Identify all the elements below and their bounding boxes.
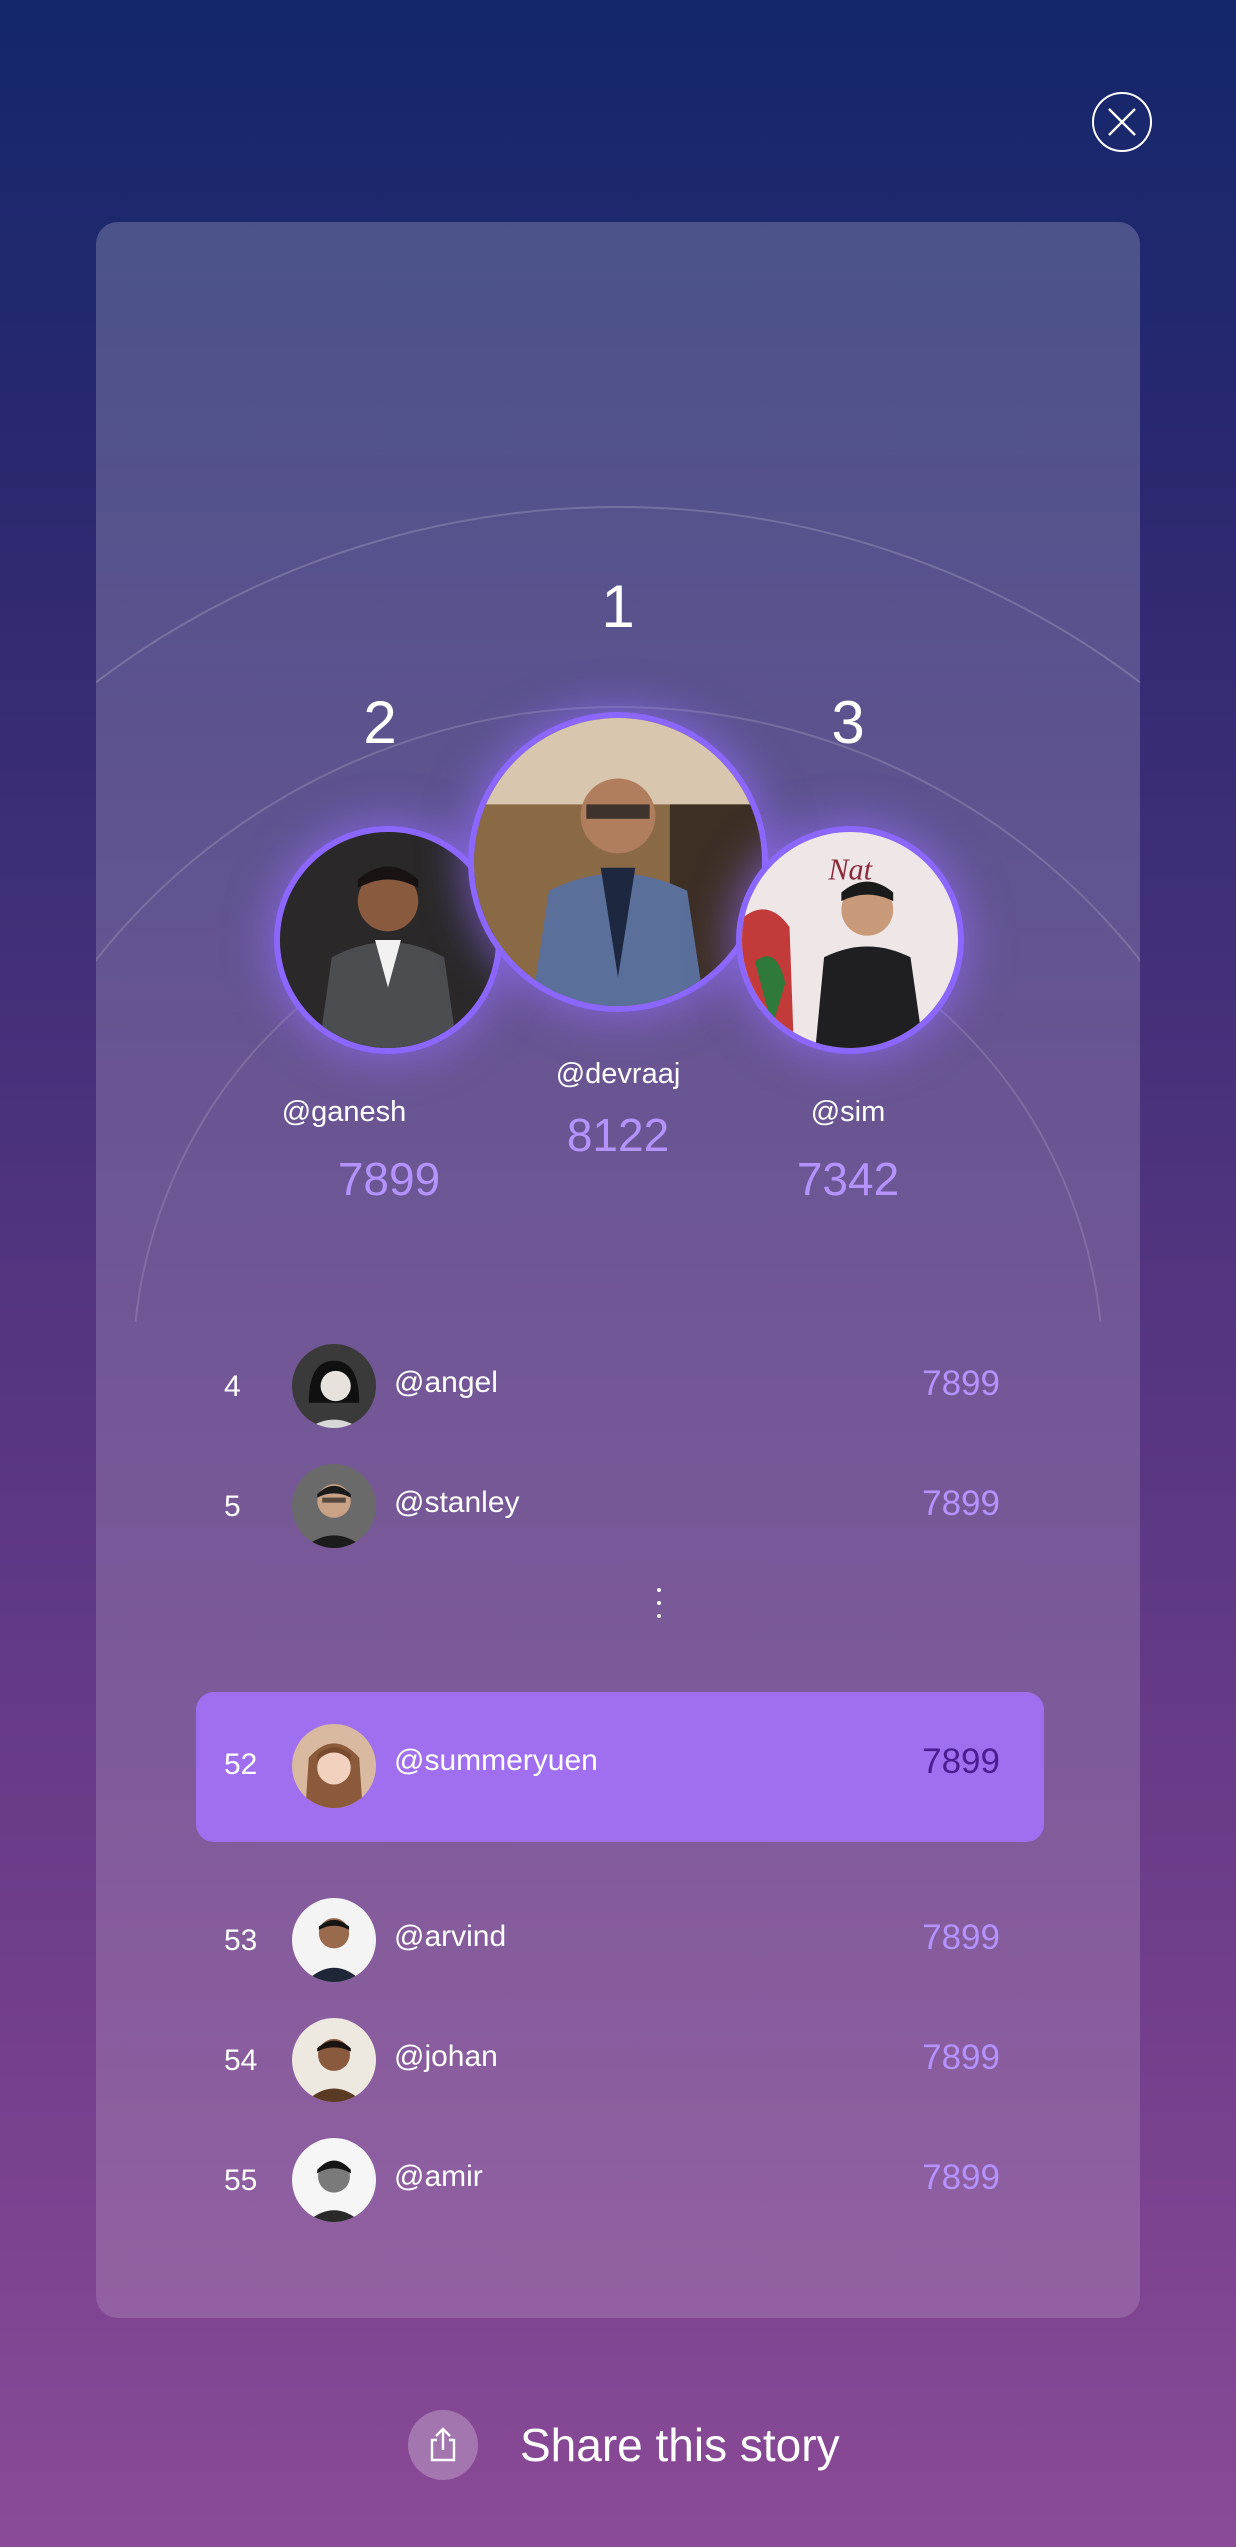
podium-rank-2: 2 <box>363 689 397 756</box>
podium-handle-sim: @sim <box>810 1096 886 1128</box>
podium-handle-devraaj: @devraaj <box>555 1058 681 1090</box>
share-label: Share this story <box>520 2419 840 2471</box>
avatar-devraaj[interactable] <box>468 712 768 1012</box>
svg-text:Nat: Nat <box>827 853 872 887</box>
avatar <box>292 1724 376 1808</box>
podium-handle-ganesh: @ganesh <box>281 1096 407 1128</box>
current-user-row[interactable]: 52 @summeryuen 7899 <box>196 1692 1044 1842</box>
podium-rank-3: 3 <box>831 689 865 756</box>
avatar <box>292 2018 376 2102</box>
user-handle: @angel <box>394 1366 498 1399</box>
user-handle: @stanley <box>394 1486 520 1519</box>
user-handle: @arvind <box>394 1920 507 1953</box>
user-handle: @amir <box>394 2160 483 2193</box>
rank-number: 4 <box>224 1370 241 1403</box>
list-item[interactable]: 54 @johan 7899 <box>96 2012 1140 2108</box>
avatar <box>292 2138 376 2222</box>
user-score: 7899 <box>922 1484 1000 1523</box>
avatar <box>292 1344 376 1428</box>
podium-score-sim: 7342 <box>796 1153 900 1205</box>
user-handle: @summeryuen <box>394 1744 598 1777</box>
rank-number: 5 <box>224 1490 241 1523</box>
rank-number: 53 <box>224 1924 258 1957</box>
close-icon <box>1108 108 1136 136</box>
podium-rank-1: 1 <box>601 573 635 640</box>
user-score: 7899 <box>922 1918 1000 1957</box>
list-item[interactable]: 55 @amir 7899 <box>96 2132 1140 2228</box>
share-icon <box>408 2410 478 2480</box>
user-score: 7899 <box>922 1364 1000 1403</box>
list-item[interactable]: 4 @angel 7899 <box>96 1338 1140 1434</box>
avatar <box>292 1898 376 1982</box>
rank-number: 54 <box>224 2044 258 2077</box>
avatar-sim[interactable]: Nat <box>736 826 964 1054</box>
user-score: 7899 <box>922 1742 1000 1781</box>
avatar <box>292 1464 376 1548</box>
close-button[interactable] <box>1092 92 1152 152</box>
rank-number: 55 <box>224 2164 258 2197</box>
leaderboard-card: 1 2 3 Nat @devraaj 8122 @ganesh 7899 @si… <box>96 222 1140 2318</box>
user-handle: @johan <box>394 2040 498 2073</box>
share-story-button[interactable]: Share this story <box>408 2410 840 2480</box>
podium-score-ganesh: 7899 <box>337 1153 441 1205</box>
list-item[interactable]: 5 @stanley 7899 <box>96 1458 1140 1554</box>
podium-score-devraaj: 8122 <box>566 1109 670 1161</box>
rank-number: 52 <box>224 1748 258 1781</box>
list-item[interactable]: 53 @arvind 7899 <box>96 1892 1140 1988</box>
user-score: 7899 <box>922 2158 1000 2197</box>
more-entries-ellipsis <box>654 1588 664 1627</box>
user-score: 7899 <box>922 2038 1000 2077</box>
